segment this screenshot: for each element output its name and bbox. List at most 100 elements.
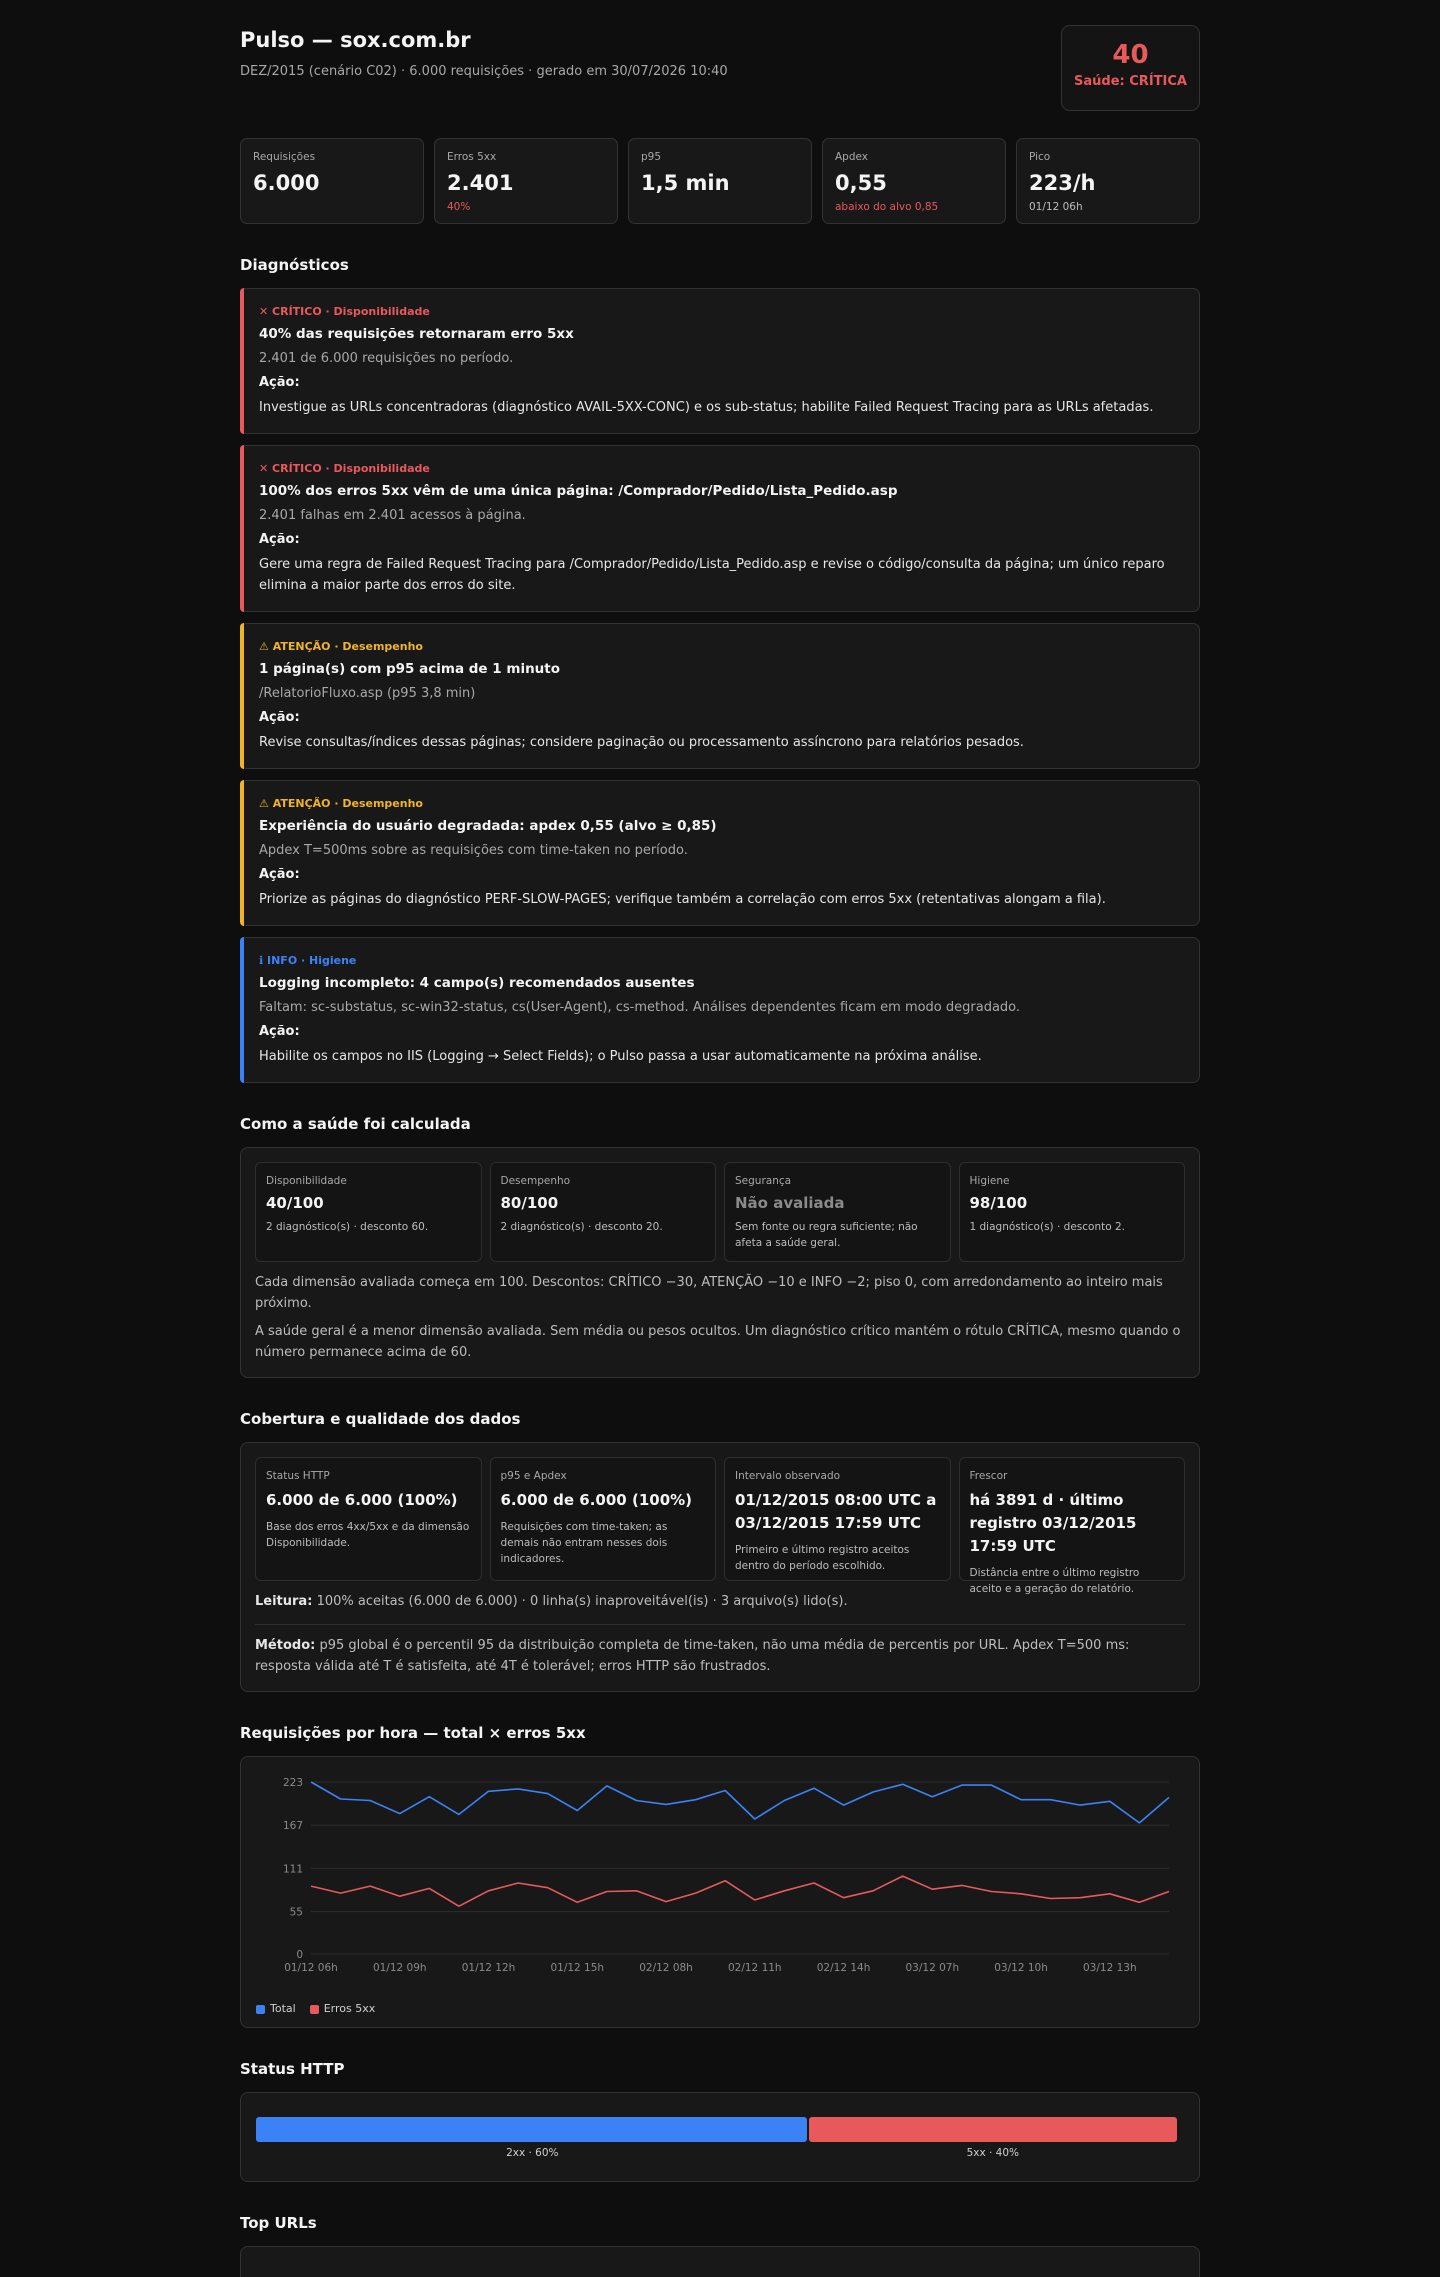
status-segment-label: 5xx · 40%: [966, 2147, 1020, 2159]
chart-legend: Total Erros 5xx: [256, 2002, 375, 2015]
diagnostic-action: Gere uma regra de Failed Request Tracing…: [259, 557, 1165, 593]
diagnostic-detail: 2.401 de 6.000 requisições no período.: [259, 351, 514, 366]
dimension-label: Higiene: [969, 1175, 1010, 1187]
coverage-card-p95-apdex: p95 e Apdex 6.000 de 6.000 (100%) Requis…: [489, 1457, 716, 1581]
kpi-apdex: Apdex 0,55 abaixo do alvo 0,85: [822, 138, 1006, 224]
kpi-value: 0,55: [835, 171, 887, 195]
x-tick-label: 01/12 12h: [462, 1962, 516, 1974]
status-segment-label: 2xx · 60%: [506, 2147, 559, 2159]
y-tick-label: 55: [290, 1907, 303, 1919]
diagnostic-card: ℹ INFO · Higiene Logging incompleto: 4 c…: [240, 937, 1200, 1083]
diagnostic-tag: ⚠ ATENÇÃO · Desempenho: [259, 640, 423, 653]
coverage-divider: [255, 1624, 1185, 1625]
coverage-value: há 3891 d · último registro 03/12/2015 1…: [969, 1491, 1137, 1555]
coverage-card-interval: Intervalo observado 01/12/2015 08:00 UTC…: [724, 1457, 951, 1581]
dimension-hygiene: Higiene 98/100 1 diagnóstico(s) · descon…: [958, 1162, 1185, 1262]
x-tick-label: 02/12 08h: [639, 1962, 693, 1974]
chart-heading: Requisições por hora — total × erros 5xx: [240, 1724, 586, 1742]
diagnostic-tag: ✕ CRÍTICO · Disponibilidade: [259, 305, 430, 318]
dimension-performance: Desempenho 80/100 2 diagnóstico(s) · des…: [489, 1162, 716, 1262]
x-tick-label: 02/12 11h: [728, 1962, 782, 1974]
dimension-cards: Disponibilidade 40/100 2 diagnóstico(s) …: [255, 1162, 1185, 1262]
legend-label: Erros 5xx: [323, 2002, 376, 2015]
diagnostics-heading: Diagnósticos: [240, 256, 349, 274]
legend-label: Total: [270, 2002, 296, 2015]
diagnostic-tag: ℹ INFO · Higiene: [259, 954, 357, 967]
x-tick-label: 01/12 06h: [284, 1962, 338, 1974]
hourly-requests-chart: 0 55 111 167 223 01/12 06h 01/12 09h 01/12 12h 0…: [283, 1777, 1170, 1974]
kpi-label: Apdex: [835, 151, 869, 163]
coverage-panel: Status HTTP 6.000 de 6.000 (100%) Base d…: [240, 1442, 1200, 1692]
y-tick-label: 0: [296, 1949, 303, 1961]
dimension-security: Segurança Não avaliada Sem fonte ou regr…: [724, 1162, 951, 1262]
diagnostic-action-label: Ação:: [259, 710, 300, 725]
y-tick-label: 223: [283, 1777, 303, 1789]
kpi-sub: 01/12 06h: [1029, 201, 1083, 213]
diagnostic-title: 100% dos erros 5xx vêm de uma única pági…: [259, 483, 898, 499]
hourly-chart-panel: 0 55 111 167 223 01/12 06h 01/12 09h 01/12 12h 0…: [240, 1756, 1200, 2028]
dimension-availability: Disponibilidade 40/100 2 diagnóstico(s) …: [255, 1162, 482, 1262]
legend-item-errors: Erros 5xx: [309, 2002, 376, 2015]
x-tick-label: 02/12 14h: [817, 1962, 871, 1974]
method-label: Método:: [255, 1638, 316, 1653]
diagnostic-card: ✕ CRÍTICO · Disponibilidade 40% das requ…: [240, 288, 1200, 434]
legend-swatch: [256, 2004, 265, 2014]
x-tick-label: 03/12 07h: [905, 1962, 959, 1974]
coverage-label: Frescor: [969, 1470, 1008, 1482]
dimension-value: 40/100: [266, 1194, 324, 1212]
report-header: Pulso — sox.com.br DEZ/2015 (cenário C02…: [240, 25, 1200, 138]
kpi-requests: Requisições 6.000: [240, 138, 424, 224]
page-subtitle: DEZ/2015 (cenário C02) · 6.000 requisiçõ…: [240, 64, 728, 79]
dimension-label: Desempenho: [500, 1175, 571, 1187]
top-urls-panel: [240, 2246, 1200, 2277]
health-badge: 40 Saúde: CRÍTICA: [1061, 25, 1200, 111]
status-segment-2xx: [256, 2117, 808, 2142]
x-tick-label: 03/12 10h: [994, 1962, 1048, 1974]
dimension-note: Sem fonte ou regra suficiente; não afeta…: [735, 1221, 918, 1249]
reading-label: Leitura:: [255, 1594, 313, 1609]
diagnostic-detail: Faltam: sc-substatus, sc-win32-status, c…: [259, 1000, 1021, 1015]
coverage-label: Intervalo observado: [735, 1470, 841, 1482]
kpi-label: p95: [641, 151, 662, 163]
diagnostic-detail: Apdex T=500ms sobre as requisições com t…: [259, 843, 688, 858]
diagnostic-card: ⚠ ATENÇÃO · Desempenho Experiência do us…: [240, 780, 1200, 926]
diagnostic-action: Priorize as páginas do diagnóstico PERF-…: [259, 892, 1106, 907]
diagnostic-action-label: Ação:: [259, 375, 300, 390]
coverage-label: Status HTTP: [266, 1470, 330, 1482]
coverage-value: 6.000 de 6.000 (100%): [266, 1491, 458, 1509]
health-score: 40: [1112, 40, 1149, 70]
diagnostic-action: Investigue as URLs concentradoras (diagn…: [259, 400, 1154, 415]
diagnostic-detail: 2.401 falhas em 2.401 acessos à página.: [259, 508, 526, 523]
series-line-errors-5xx: [310, 1875, 1170, 1907]
dimension-value: 80/100: [500, 1194, 559, 1212]
report-page: Pulso — sox.com.br DEZ/2015 (cenário C02…: [240, 0, 1200, 2277]
legend-item-total: Total: [256, 2002, 296, 2015]
diagnostic-detail: /RelatorioFluxo.asp (p95 3,8 min): [259, 686, 476, 701]
coverage-note: Primeiro e último registro aceitos dentr…: [735, 1544, 910, 1572]
diagnostic-title: 40% das requisições retornaram erro 5xx: [259, 326, 574, 342]
y-tick-label: 111: [283, 1863, 303, 1875]
kpi-value: 1,5 min: [641, 171, 730, 195]
coverage-value: 6.000 de 6.000 (100%): [500, 1491, 693, 1509]
kpi-value: 6.000: [253, 171, 320, 195]
status-bar: [256, 2117, 1177, 2142]
diagnostic-action: Revise consultas/índices dessas páginas;…: [259, 735, 1024, 750]
x-tick-label: 01/12 09h: [373, 1962, 427, 1974]
diagnostic-title: Logging incompleto: 4 campo(s) recomenda…: [259, 975, 695, 991]
y-tick-label: 167: [283, 1820, 303, 1832]
coverage-value: 01/12/2015 08:00 UTC a 03/12/2015 17:59 …: [735, 1491, 937, 1532]
kpi-p95: p95 1,5 min: [628, 138, 812, 224]
status-http-panel: 2xx · 60% 5xx · 40%: [240, 2092, 1200, 2182]
coverage-cards: Status HTTP 6.000 de 6.000 (100%) Base d…: [255, 1457, 1185, 1595]
health-calc-heading: Como a saúde foi calculada: [240, 1115, 471, 1133]
series-line-total: [310, 1781, 1170, 1824]
dimension-value: 98/100: [969, 1194, 1028, 1212]
dimension-value: Não avaliada: [735, 1194, 845, 1212]
coverage-heading: Cobertura e qualidade dos dados: [240, 1410, 521, 1428]
kpi-peak: Pico 223/h 01/12 06h: [1016, 138, 1200, 224]
method-text: p95 global é o percentil 95 da distribui…: [255, 1638, 1130, 1674]
kpi-errors-5xx: Erros 5xx 2.401 40%: [434, 138, 618, 224]
coverage-label: p95 e Apdex: [500, 1470, 567, 1482]
top-urls-heading: Top URLs: [240, 2214, 317, 2232]
status-heading: Status HTTP: [240, 2060, 345, 2078]
